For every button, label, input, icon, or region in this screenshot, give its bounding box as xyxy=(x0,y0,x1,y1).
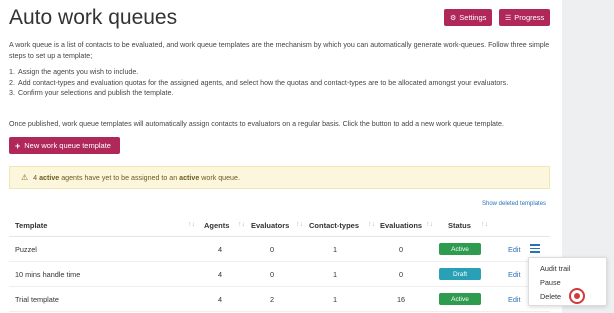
table-row: Puzzel 4 0 1 0 Active Edit xyxy=(9,237,550,262)
intro-text: A work queue is a list of contacts to be… xyxy=(9,41,550,60)
cell-evaluations: 16 xyxy=(396,295,406,304)
step-item: 2. Add contact-types and evaluation quota… xyxy=(9,78,509,87)
sort-icon[interactable]: ↑↓ xyxy=(426,221,433,228)
list-icon: ☰ xyxy=(505,14,512,22)
status-badge: Active xyxy=(439,243,481,255)
cell-contact-types: 1 xyxy=(332,245,338,254)
menu-item-delete[interactable]: Delete xyxy=(540,292,561,301)
step-item: 3. Confirm your selections and publish th… xyxy=(9,89,174,97)
warning-icon: ⚠ xyxy=(21,173,29,182)
cell-contact-types: 1 xyxy=(332,295,338,304)
cell-template: Trial template xyxy=(15,295,59,304)
sort-icon[interactable]: ↑↓ xyxy=(368,221,375,228)
new-template-button-label: New work queue template xyxy=(24,141,111,150)
row-actions-dropdown: Audit trail Pause Delete xyxy=(528,257,607,306)
click-target-marker xyxy=(569,288,585,304)
header-evaluations[interactable]: Evaluations xyxy=(380,221,422,230)
new-template-button[interactable]: + New work queue template xyxy=(9,137,120,154)
progress-button-label: Progress xyxy=(514,13,545,22)
templates-table: Template ↑↓ Agents ↑↓ Evaluators ↑↓ Cont… xyxy=(9,213,550,312)
header-template[interactable]: Template xyxy=(15,221,47,230)
cell-agents: 4 xyxy=(217,270,223,279)
header-evaluators[interactable]: Evaluators xyxy=(251,221,289,230)
menu-item-audit-trail[interactable]: Audit trail xyxy=(540,264,570,273)
show-deleted-link[interactable]: Show deleted templates xyxy=(482,201,546,207)
cell-template: 10 mins handle time xyxy=(15,270,81,279)
gear-icon: ⚙ xyxy=(450,14,457,22)
warning-alert: ⚠ 4 active agents have yet to be assigne… xyxy=(9,166,550,189)
cell-evaluators: 0 xyxy=(269,270,275,279)
menu-item-pause[interactable]: Pause xyxy=(540,278,561,287)
header-status[interactable]: Status xyxy=(448,221,471,230)
table-row: Trial template 4 2 1 16 Active Edit xyxy=(9,287,550,312)
cell-template: Puzzel xyxy=(15,245,37,254)
cell-evaluations: 0 xyxy=(398,270,404,279)
alert-text: 4 active agents have yet to be assigned … xyxy=(33,173,240,182)
status-badge: Draft xyxy=(439,268,481,280)
progress-button[interactable]: ☰ Progress xyxy=(499,9,550,26)
sort-icon[interactable]: ↑↓ xyxy=(238,221,245,228)
cell-evaluators: 2 xyxy=(269,295,275,304)
status-badge: Active xyxy=(439,293,481,305)
header-agents[interactable]: Agents xyxy=(204,221,229,230)
table-header: Template ↑↓ Agents ↑↓ Evaluators ↑↓ Cont… xyxy=(9,213,550,237)
plus-icon: + xyxy=(15,140,21,151)
step-item: 1. Assign the agents you wish to include. xyxy=(9,68,139,76)
edit-link[interactable]: Edit xyxy=(508,270,521,279)
header-contact-types[interactable]: Contact-types xyxy=(309,221,359,230)
sort-icon[interactable]: ↑↓ xyxy=(188,221,195,228)
sort-icon[interactable]: ↑↓ xyxy=(481,221,488,228)
edit-link[interactable]: Edit xyxy=(508,245,521,254)
settings-button-label: Settings xyxy=(459,13,487,22)
sort-icon[interactable]: ↑↓ xyxy=(296,221,303,228)
cell-contact-types: 1 xyxy=(332,270,338,279)
cell-evaluations: 0 xyxy=(398,245,404,254)
page-title: Auto work queues xyxy=(9,6,178,29)
edit-link[interactable]: Edit xyxy=(508,295,521,304)
cell-agents: 4 xyxy=(217,245,223,254)
row-menu-icon[interactable] xyxy=(530,242,540,255)
published-note: Once published, work queue templates wil… xyxy=(9,120,504,128)
table-row: 10 mins handle time 4 0 1 0 Draft Edit xyxy=(9,262,550,287)
cell-agents: 4 xyxy=(217,295,223,304)
main-content: Auto work queues ⚙ Settings ☰ Progress A… xyxy=(0,0,562,313)
settings-button[interactable]: ⚙ Settings xyxy=(444,9,492,26)
cell-evaluators: 0 xyxy=(269,245,275,254)
steps-list: 1. Assign the agents you wish to include.… xyxy=(9,67,554,99)
